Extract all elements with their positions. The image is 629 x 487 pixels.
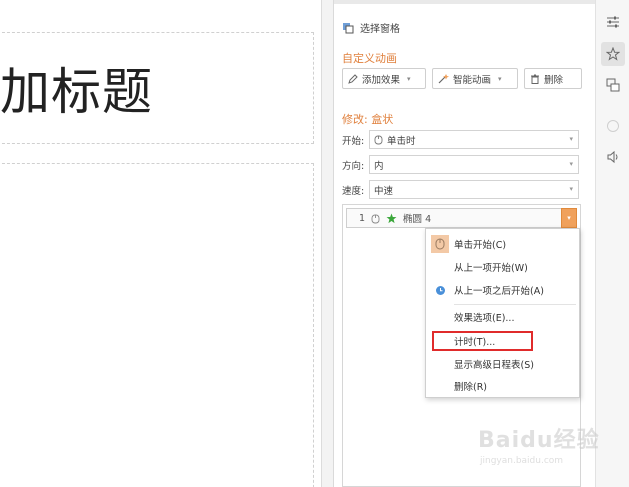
menu-item-label: 显示高级日程表(S): [454, 360, 534, 371]
animation-toolbar: 添加效果 ▾ 智能动画 ▾ 删除: [342, 68, 582, 89]
direction-select[interactable]: 内 ▾: [369, 155, 579, 174]
menu-item-label: 单击开始(C): [454, 240, 507, 251]
speed-label: 速度:: [342, 185, 365, 197]
right-icon-strip: [595, 0, 629, 487]
chevron-down-icon: ▾: [569, 185, 573, 193]
animation-star-icon[interactable]: [601, 42, 625, 66]
chevron-down-icon: ▾: [407, 74, 411, 83]
speed-field: 速度: 中速 ▾: [342, 180, 579, 199]
chevron-down-icon: ▾: [569, 135, 573, 143]
custom-animation-title: 自定义动画: [342, 52, 397, 65]
watermark-brand: Baidu经验: [478, 428, 600, 453]
add-effect-button[interactable]: 添加效果 ▾: [342, 68, 426, 89]
clock-icon: [426, 285, 454, 296]
settings-sliders-icon[interactable]: [601, 10, 625, 34]
menu-item-with-previous[interactable]: 从上一项开始(W): [426, 256, 579, 278]
selection-pane-icon: [342, 22, 354, 34]
menu-item-label: 从上一项之后开始(A): [454, 286, 544, 297]
animation-list-item[interactable]: 1 椭圆 4 ▾: [346, 208, 577, 228]
menu-item-advanced-timeline[interactable]: 显示高级日程表(S): [426, 353, 579, 375]
menu-item-after-previous[interactable]: 从上一项之后开始(A): [426, 279, 579, 301]
baidu-watermark: Baidu经验 jingyan.baidu.com: [470, 422, 600, 472]
menu-separator: [454, 304, 576, 305]
speed-select[interactable]: 中速 ▾: [369, 180, 579, 199]
chevron-down-icon: ▾: [567, 214, 571, 222]
sound-icon[interactable]: [601, 145, 625, 169]
menu-item-label: 效果选项(E)...: [454, 313, 515, 324]
smart-animation-icon: [438, 73, 449, 84]
direction-value: 内: [374, 160, 384, 172]
smart-animation-label: 智能动画: [453, 74, 492, 86]
chevron-down-icon: ▾: [498, 74, 502, 83]
timing-highlight-box: [432, 331, 533, 351]
start-label: 开始:: [342, 135, 365, 147]
content-placeholder[interactable]: [0, 163, 314, 487]
entrance-star-icon: [386, 213, 397, 224]
menu-item-start-on-click[interactable]: 单击开始(C): [426, 233, 579, 255]
direction-label: 方向:: [342, 160, 365, 172]
menu-item-effect-options[interactable]: 效果选项(E)...: [426, 306, 579, 328]
delete-button[interactable]: 删除: [524, 68, 582, 89]
animation-item-dropdown-button[interactable]: ▾: [561, 208, 577, 228]
direction-field: 方向: 内 ▾: [342, 155, 579, 174]
slide-transition-icon[interactable]: [601, 73, 625, 97]
trash-icon: [530, 74, 540, 84]
disabled-circle-icon: [601, 114, 625, 138]
pane-top-edge: [334, 0, 596, 4]
add-effect-label: 添加效果: [362, 74, 401, 86]
animation-item-index: 1: [359, 212, 366, 224]
menu-item-label: 删除(R): [454, 382, 488, 393]
chevron-down-icon: ▾: [569, 160, 573, 168]
delete-label: 删除: [544, 74, 564, 86]
animation-context-menu: 单击开始(C) 从上一项开始(W) 从上一项之后开始(A) 效果选项(E)...…: [425, 228, 580, 398]
start-field: 开始: 单击时 ▾: [342, 130, 579, 149]
watermark-url: jingyan.baidu.com: [480, 456, 564, 466]
start-value: 单击时: [387, 135, 416, 147]
mouse-click-icon: [426, 235, 454, 253]
pencil-icon: [348, 73, 358, 84]
speed-value: 中速: [374, 185, 394, 197]
start-select[interactable]: 单击时 ▾: [369, 130, 579, 149]
slide-canvas-area: 加标题: [0, 0, 333, 487]
animation-item-name: 椭圆 4: [403, 214, 432, 225]
menu-item-remove[interactable]: 删除(R): [426, 375, 579, 397]
menu-item-label: 从上一项开始(W): [454, 263, 528, 274]
modify-effect-title: 修改: 盒状: [342, 113, 394, 126]
slide-title-text[interactable]: 加标题: [0, 52, 153, 124]
mouse-click-icon: [374, 134, 383, 145]
slide[interactable]: 加标题: [0, 0, 322, 487]
selection-pane-link[interactable]: 选择窗格: [342, 20, 400, 35]
smart-animation-button[interactable]: 智能动画 ▾: [432, 68, 518, 89]
selection-pane-label: 选择窗格: [360, 24, 400, 35]
mouse-click-icon: [371, 213, 380, 224]
